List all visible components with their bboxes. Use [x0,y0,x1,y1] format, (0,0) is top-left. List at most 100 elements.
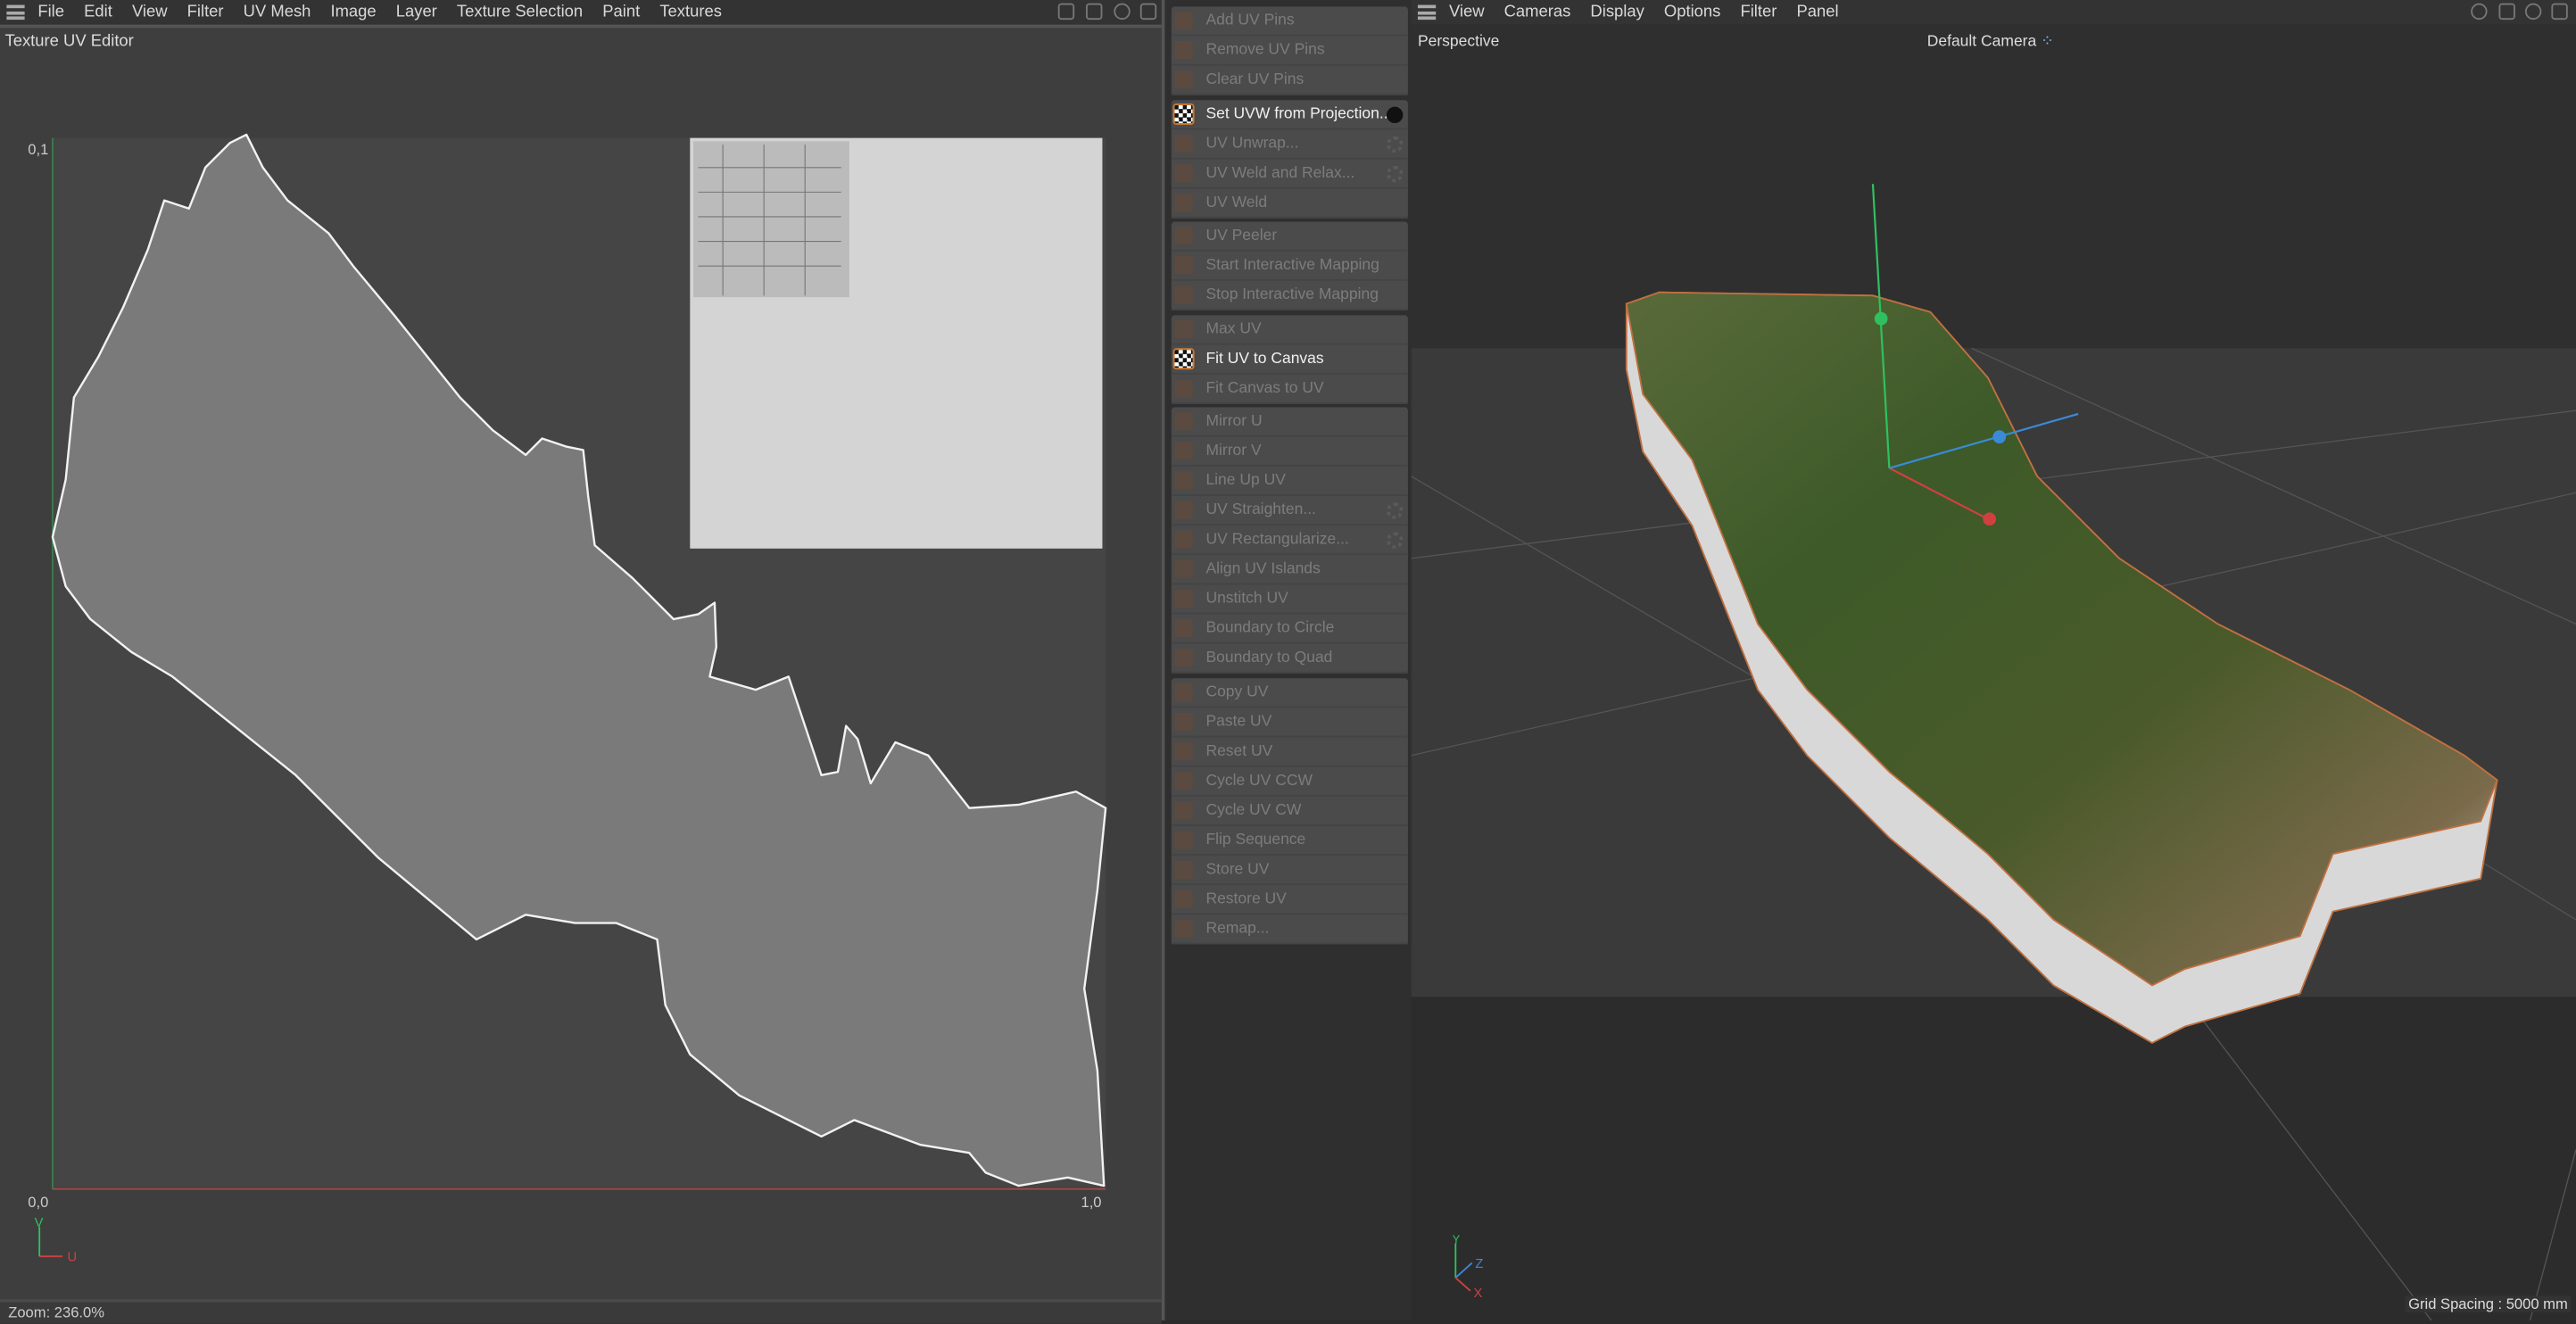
lock-icon[interactable] [1086,3,1103,21]
restore-uv-icon [1174,889,1193,908]
command-uv-unwrap[interactable]: UV Unwrap... [1171,129,1408,159]
command-clear-uv-pins[interactable]: Clear UV Pins [1171,66,1408,95]
command-boundary-to-circle[interactable]: Boundary to Circle [1171,614,1408,644]
camera-icon: ⁘ [2041,32,2054,52]
uv-peeler-icon [1174,227,1193,245]
command-label: Fit Canvas to UV [1205,378,1324,397]
hamburger-menu-icon[interactable] [6,4,25,21]
command-stop-interactive-mapping[interactable]: Stop Interactive Mapping [1171,281,1408,310]
command-label: Clear UV Pins [1205,70,1305,89]
command-flip-sequence[interactable]: Flip Sequence [1171,825,1408,856]
menu-filter[interactable]: Filter [187,4,224,21]
command-add-uv-pins[interactable]: Add UV Pins [1171,6,1408,37]
menu-texture-selection[interactable]: Texture Selection [457,4,583,21]
menu-view[interactable]: View [132,4,168,21]
command-uv-weld-and-relax[interactable]: UV Weld and Relax... [1171,159,1408,188]
command-fit-uv-to-canvas[interactable]: Fit UV to Canvas [1171,344,1408,374]
uv-label-0-0: 0,0 [28,1194,48,1211]
flip-sequence-icon [1174,830,1193,848]
zoom-view-icon[interactable] [2498,3,2515,21]
command-uv-straighten[interactable]: UV Straighten... [1171,496,1408,526]
command-mirror-u[interactable]: Mirror U [1171,408,1408,437]
command-label: Remap... [1205,918,1270,938]
command-uv-peeler[interactable]: UV Peeler [1171,222,1408,252]
line-up-uv-icon [1174,471,1193,490]
viewport-canvas[interactable]: Y Z X [1411,0,2576,1321]
command-max-uv[interactable]: Max UV [1171,315,1408,344]
menu-edit[interactable]: Edit [84,4,112,21]
start-interactive-mapping-icon [1174,256,1193,275]
command-store-uv[interactable]: Store UV [1171,855,1408,885]
gear-icon[interactable] [1386,165,1404,182]
uv-canvas[interactable]: 0,1 0,0 1,0 V U [0,28,1162,1323]
command-label: UV Straighten... [1205,501,1316,519]
gear-icon[interactable] [1386,502,1404,519]
svg-text:Y: Y [1453,1232,1461,1245]
uv-label-0-1: 0,1 [28,141,48,158]
rotate-view-icon[interactable] [2524,3,2542,21]
uv-unwrap-icon [1174,134,1193,153]
remove-uv-pins-icon [1174,41,1193,60]
move-view-icon[interactable] [1114,3,1131,21]
command-label: Set UVW from Projection... [1205,103,1393,123]
command-group: UV Peeler Start Interactive Mapping Stop I… [1171,221,1408,310]
hamburger-menu-icon[interactable] [1417,4,1437,21]
command-unstitch-uv[interactable]: Unstitch UV [1171,584,1408,615]
command-reset-uv[interactable]: Reset UV [1171,737,1408,766]
gear-icon[interactable] [1386,532,1404,549]
mirror-v-icon [1174,442,1193,460]
command-remap[interactable]: Remap... [1171,914,1408,944]
command-set-uvw-from-projection[interactable]: Set UVW from Projection... [1171,99,1408,129]
menu-paint[interactable]: Paint [602,4,640,21]
command-uv-rectangularize[interactable]: UV Rectangularize... [1171,525,1408,556]
command-mirror-v[interactable]: Mirror V [1171,437,1408,467]
gear-icon[interactable] [1386,105,1404,123]
command-label: Line Up UV [1205,471,1286,490]
mirror-u-icon [1174,412,1193,431]
command-paste-uv[interactable]: Paste UV [1171,707,1408,737]
command-boundary-to-quad[interactable]: Boundary to Quad [1171,644,1408,674]
command-start-interactive-mapping[interactable]: Start Interactive Mapping [1171,252,1408,281]
boundary-to-quad-icon [1174,649,1193,667]
command-remove-uv-pins[interactable]: Remove UV Pins [1171,36,1408,66]
command-cycle-uv-cw[interactable]: Cycle UV CW [1171,796,1408,826]
menu-textures[interactable]: Textures [659,4,722,21]
command-label: Remove UV Pins [1205,41,1325,60]
maximize-view-icon[interactable] [2551,3,2568,21]
histogram-icon[interactable] [1057,3,1075,21]
command-label: UV Unwrap... [1205,134,1299,153]
command-group: Mirror U Mirror V Line Up UV UV Straighten.… [1171,407,1408,674]
uv-editor-menubar: File Edit View Filter UV Mesh Image Laye… [0,0,1162,25]
menu-display[interactable]: Display [1590,4,1644,21]
command-cycle-uv-ccw[interactable]: Cycle UV CCW [1171,766,1408,796]
menu-view[interactable]: View [1449,4,1485,21]
menu-layer[interactable]: Layer [396,4,437,21]
uv-axis-gizmo-icon: V U [35,1216,77,1265]
menu-filter[interactable]: Filter [1740,4,1777,21]
menu-image[interactable]: Image [330,4,376,21]
menu-panel[interactable]: Panel [1796,4,1838,21]
uv-commands-panel: Add UV Pins Remove UV Pins Clear UV Pins Se… [1161,0,1412,1321]
camera-name[interactable]: Default Camera ⁘ [1927,33,2054,51]
command-fit-canvas-to-uv[interactable]: Fit Canvas to UV [1171,374,1408,403]
svg-text:V: V [35,1216,44,1230]
move-view-icon[interactable] [2471,3,2488,21]
command-label: Start Interactive Mapping [1205,256,1379,275]
command-group: Copy UV Paste UV Reset UV Cycle UV CCW Cycle… [1171,677,1408,944]
command-label: UV Weld and Relax... [1205,163,1355,182]
gear-icon[interactable] [1386,135,1404,153]
command-label: Boundary to Circle [1205,618,1335,638]
viewport-3d[interactable]: Y Z X View Cameras Display Options Filte… [1411,0,2576,1321]
command-line-up-uv[interactable]: Line Up UV [1171,467,1408,496]
command-restore-uv[interactable]: Restore UV [1171,884,1408,914]
command-label: Restore UV [1205,889,1287,908]
menu-file[interactable]: File [37,4,64,21]
command-uv-weld[interactable]: UV Weld [1171,188,1408,218]
menu-uv-mesh[interactable]: UV Mesh [244,4,311,21]
zoom-view-icon[interactable] [1139,3,1157,21]
command-copy-uv[interactable]: Copy UV [1171,677,1408,708]
command-align-uv-islands[interactable]: Align UV Islands [1171,555,1408,585]
menu-cameras[interactable]: Cameras [1504,4,1571,21]
menu-options[interactable]: Options [1664,4,1720,21]
paste-uv-icon [1174,711,1193,731]
